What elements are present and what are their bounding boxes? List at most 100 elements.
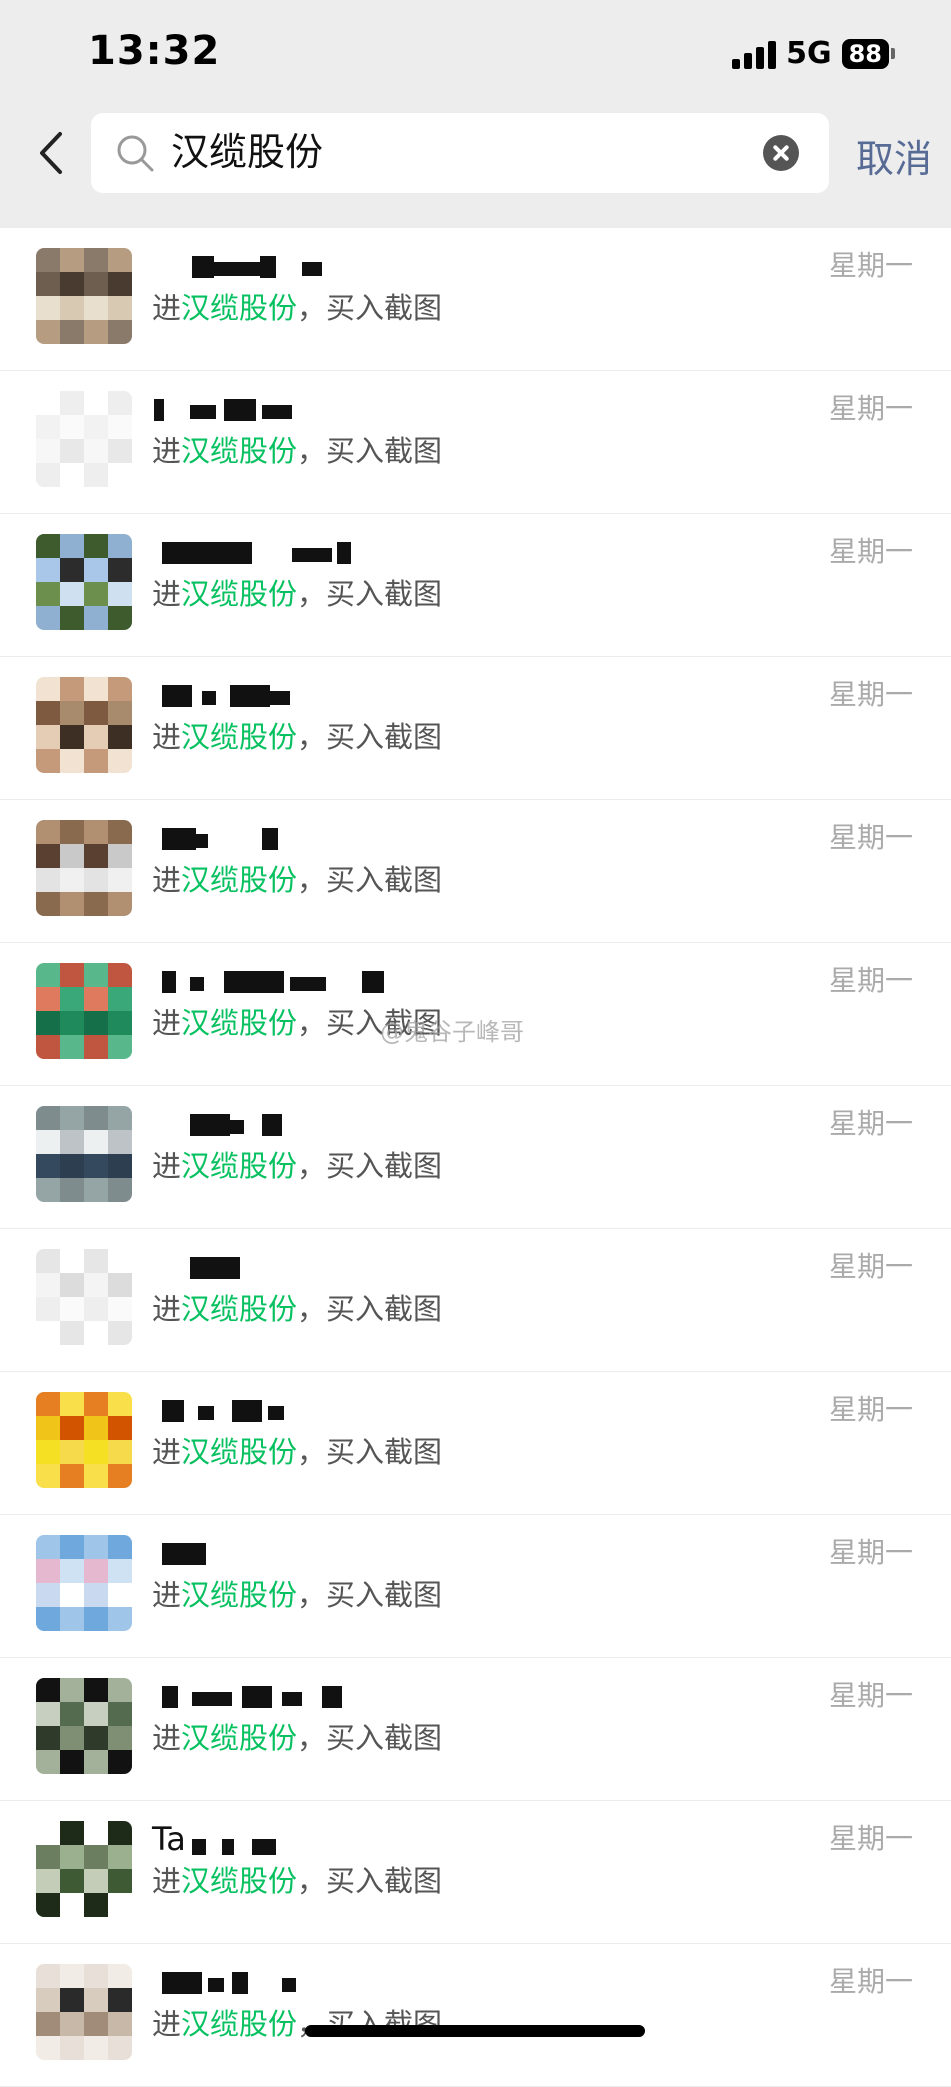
censor-block	[232, 1972, 248, 1994]
snippet-highlight: 汉缆股份	[181, 434, 298, 468]
results-list: 进汉缆股份，买入截图 星期一 进汉缆股份，买入截图 星期一 进汉缆股份，买入截图 星期一进…	[0, 228, 951, 2087]
cancel-button[interactable]: 取消	[856, 128, 932, 183]
message-date: 星期一	[828, 1965, 913, 1998]
censor-block	[210, 262, 260, 276]
snippet-suffix: ，买入截图	[297, 1721, 443, 1755]
message-snippet: 进汉缆股份，买入截图	[152, 717, 442, 757]
censor-block	[190, 1114, 230, 1136]
message-snippet: 进汉缆股份，买入截图	[152, 1861, 442, 1901]
censor-block	[162, 1686, 178, 1708]
message-date: 星期一	[828, 821, 913, 854]
snippet-prefix: 进	[152, 1864, 182, 1898]
result-row[interactable]: 进汉缆股份，买入截图 星期一	[0, 1229, 951, 1372]
snippet-highlight: 汉缆股份	[181, 1006, 298, 1040]
snippet-suffix: ，买入截图	[297, 1864, 443, 1898]
result-row[interactable]: Ta 进汉缆股份，买入截图 星期一	[0, 1801, 951, 1944]
censor-block	[190, 1257, 240, 1279]
snippet-highlight: 汉缆股份	[181, 577, 298, 611]
network-type: 5G	[786, 36, 832, 71]
censor-block	[208, 1978, 224, 1992]
censor-block	[190, 977, 204, 991]
result-row[interactable]: 进汉缆股份，买入截图 星期一	[0, 800, 951, 943]
result-row[interactable]: 进汉缆股份，买入截图 星期一	[0, 1086, 951, 1229]
censor-block	[162, 1543, 206, 1565]
snippet-suffix: ，买入截图	[297, 1578, 443, 1612]
censor-block	[162, 971, 176, 993]
snippet-prefix: 进	[152, 2007, 182, 2041]
message-date: 星期一	[828, 1393, 913, 1426]
snippet-highlight: 汉缆股份	[181, 2007, 298, 2041]
snippet-suffix: ，买入截图	[297, 577, 443, 611]
avatar	[36, 677, 132, 773]
censor-block	[262, 1114, 282, 1136]
signal-icon	[732, 39, 777, 69]
contact-name-text: Ta	[152, 1820, 186, 1858]
avatar	[36, 1106, 132, 1202]
snippet-highlight: 汉缆股份	[181, 1721, 298, 1755]
censor-block	[252, 1839, 276, 1855]
message-date: 星期一	[828, 678, 913, 711]
snippet-suffix: ，买入截图	[297, 863, 443, 897]
avatar	[36, 1249, 132, 1345]
avatar	[36, 534, 132, 630]
censor-block	[162, 1972, 202, 1994]
censor-block	[262, 828, 278, 850]
result-row[interactable]: 进汉缆股份，买入截图 星期一	[0, 657, 951, 800]
message-date: 星期一	[828, 1250, 913, 1283]
result-row[interactable]: 进汉缆股份，买入截图 星期一	[0, 1515, 951, 1658]
snippet-highlight: 汉缆股份	[181, 1292, 298, 1326]
censor-block	[202, 691, 216, 705]
censor-block	[232, 1400, 262, 1422]
censor-block	[162, 828, 196, 850]
status-indicators: 5G 88	[732, 36, 895, 71]
censor-block	[302, 262, 322, 276]
censor-block	[224, 399, 256, 421]
censor-block	[154, 399, 164, 421]
clear-icon[interactable]	[763, 135, 799, 171]
snippet-prefix: 进	[152, 1292, 182, 1326]
censor-block	[190, 405, 216, 419]
result-row[interactable]: 进汉缆股份，买入截图 星期一	[0, 1372, 951, 1515]
censor-block	[224, 971, 284, 993]
message-date: 星期一	[828, 249, 913, 282]
battery-icon: 88	[841, 38, 895, 69]
message-date: 星期一	[828, 535, 913, 568]
search-input[interactable]: 汉缆股份	[171, 127, 323, 177]
watermark: @鬼谷子峰哥	[380, 1018, 524, 1046]
result-row[interactable]: 进汉缆股份，买入截图 星期一	[0, 371, 951, 514]
snippet-prefix: 进	[152, 1435, 182, 1469]
avatar	[36, 963, 132, 1059]
avatar	[36, 1392, 132, 1488]
censor-block	[262, 405, 292, 419]
censor-block	[322, 1686, 342, 1708]
message-date: 星期一	[828, 392, 913, 425]
avatar	[36, 1821, 132, 1917]
home-indicator[interactable]	[305, 2025, 645, 2037]
message-date: 星期一	[828, 1822, 913, 1855]
censor-block	[260, 256, 276, 278]
censor-block	[290, 977, 326, 991]
message-date: 星期一	[828, 1107, 913, 1140]
snippet-highlight: 汉缆股份	[181, 291, 298, 325]
censor-block	[162, 1400, 184, 1422]
avatar	[36, 1678, 132, 1774]
censor-block	[222, 1839, 234, 1855]
search-bar[interactable]: 汉缆股份	[91, 113, 829, 193]
snippet-prefix: 进	[152, 577, 182, 611]
message-date: 星期一	[828, 964, 913, 997]
result-row[interactable]: 进汉缆股份，买入截图 星期一	[0, 228, 951, 371]
header: 13:32 5G 88 汉缆股份 取消	[0, 0, 951, 228]
result-row[interactable]: 进汉缆股份，买入截图 星期一	[0, 1944, 951, 2087]
message-snippet: 进汉缆股份，买入截图	[152, 2004, 442, 2044]
result-row[interactable]: 进汉缆股份，买入截图 星期一	[0, 1658, 951, 1801]
message-date: 星期一	[828, 1679, 913, 1712]
avatar	[36, 1535, 132, 1631]
back-arrow-icon[interactable]	[34, 130, 68, 176]
result-row[interactable]: 进汉缆股份，买入截图 星期一	[0, 514, 951, 657]
snippet-highlight: 汉缆股份	[181, 1578, 298, 1612]
message-snippet: 进汉缆股份，买入截图	[152, 431, 442, 471]
status-time: 13:32	[88, 28, 221, 74]
censor-block	[162, 542, 252, 564]
snippet-suffix: ，买入截图	[297, 1435, 443, 1469]
snippet-highlight: 汉缆股份	[181, 863, 298, 897]
